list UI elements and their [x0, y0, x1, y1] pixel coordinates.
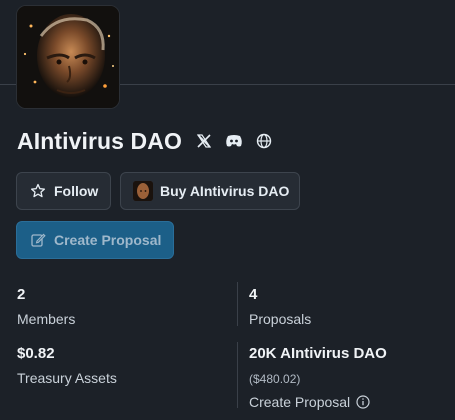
star-icon: [30, 183, 46, 199]
members-label: Members: [17, 311, 76, 327]
dao-name: AIntivirus DAO: [17, 127, 182, 154]
create-proposal-button[interactable]: Create Proposal: [16, 221, 174, 259]
token-balance-usd: ($480.02): [249, 372, 301, 386]
proposals-stat: 4 Proposals: [249, 286, 311, 327]
title-row: AIntivirus DAO: [17, 126, 273, 156]
treasury-stat: $0.82 Treasury Assets: [17, 345, 117, 386]
x-icon[interactable]: [195, 132, 213, 150]
dao-avatar: [16, 5, 120, 109]
token-balance-value: 20K AIntivirus DAO: [249, 345, 387, 362]
treasury-value: $0.82: [17, 345, 55, 362]
token-create-proposal-link[interactable]: Create Proposal: [249, 394, 387, 410]
follow-button[interactable]: Follow: [16, 172, 111, 210]
token-avatar: [133, 181, 153, 201]
buy-token-button[interactable]: Buy AIntivirus DAO: [120, 172, 300, 210]
stats-divider-bottom: [237, 342, 238, 408]
info-icon[interactable]: [356, 395, 370, 409]
proposals-count: 4: [249, 286, 258, 303]
token-balance-stat: 20K AIntivirus DAO ($480.02) Create Prop…: [249, 345, 387, 410]
buy-label: Buy AIntivirus DAO: [160, 183, 290, 199]
treasury-label: Treasury Assets: [17, 370, 117, 386]
token-create-proposal-label: Create Proposal: [249, 394, 351, 410]
globe-icon[interactable]: [255, 132, 273, 150]
proposals-label: Proposals: [249, 311, 312, 327]
stats-divider-top: [237, 282, 238, 326]
discord-icon[interactable]: [225, 132, 243, 150]
follow-label: Follow: [54, 183, 99, 199]
create-proposal-label: Create Proposal: [54, 232, 162, 248]
dao-profile-page: AIntivirus DAO Follow Buy AIntivirus DAO: [0, 0, 455, 420]
members-count: 2: [17, 286, 26, 303]
social-links: [195, 132, 273, 150]
edit-icon: [30, 232, 46, 248]
members-stat: 2 Members: [17, 286, 75, 327]
